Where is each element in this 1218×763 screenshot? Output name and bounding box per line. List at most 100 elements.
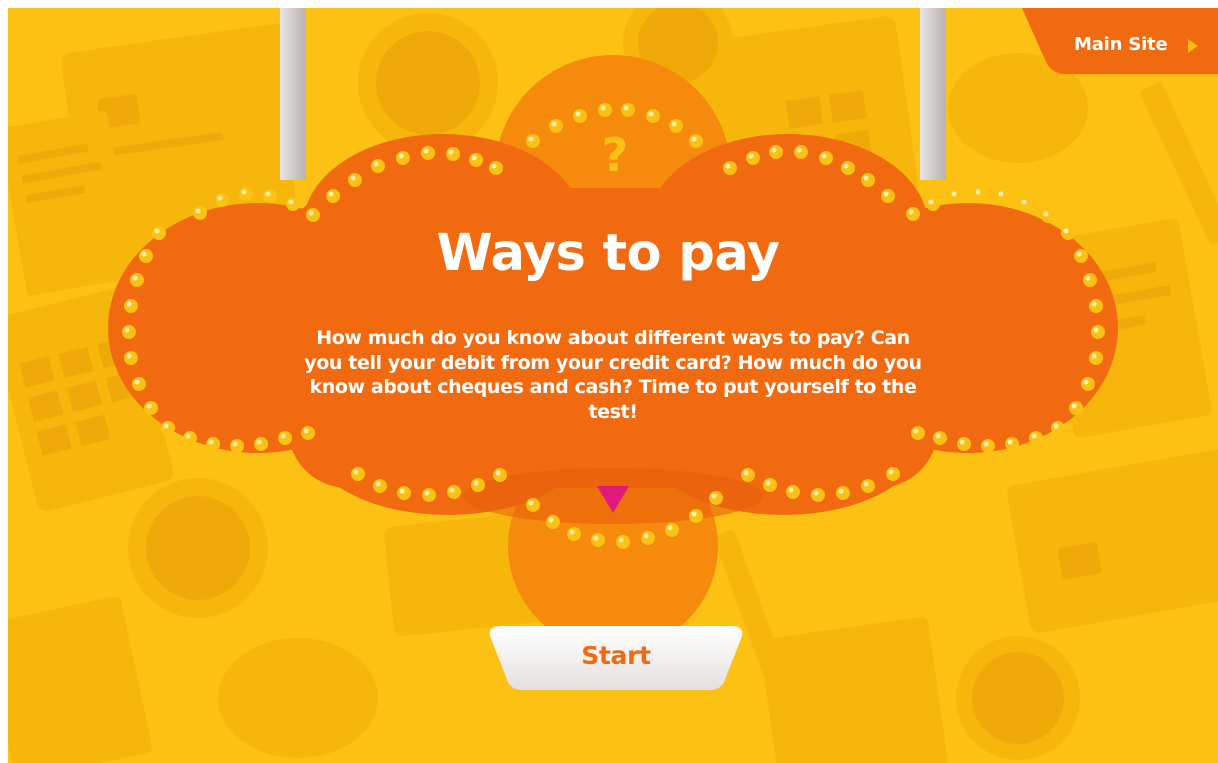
- light-bulb: [741, 468, 755, 482]
- light-bulb: [1089, 299, 1103, 313]
- light-bulb: [836, 486, 850, 500]
- light-bulb: [665, 523, 679, 537]
- light-bulb-highlight: [473, 480, 479, 486]
- light-bulb: [689, 134, 703, 148]
- light-bulb-highlight: [975, 189, 981, 195]
- light-bulb: [1061, 226, 1075, 240]
- light-bulb-highlight: [308, 210, 314, 216]
- light-bulb-highlight: [141, 251, 147, 257]
- light-bulb-highlight: [743, 470, 749, 476]
- light-bulb: [193, 206, 207, 220]
- light-bulb: [286, 197, 300, 211]
- light-bulb-highlight: [648, 111, 654, 117]
- light-bulb-highlight: [888, 469, 894, 475]
- light-bulb: [239, 187, 253, 201]
- light-bulb-highlight: [813, 490, 819, 496]
- light-bulb-highlight: [1053, 423, 1059, 429]
- light-bulb: [881, 189, 895, 203]
- light-bulb: [161, 421, 175, 435]
- light-bulb: [422, 488, 436, 502]
- light-bulb-highlight: [423, 148, 429, 154]
- light-bulb-highlight: [883, 191, 889, 197]
- light-bulb: [546, 515, 560, 529]
- light-bulb: [446, 147, 460, 161]
- light-bulb: [598, 103, 612, 117]
- light-bulb-highlight: [1093, 327, 1099, 333]
- light-bulb: [152, 226, 166, 240]
- light-bulb: [723, 161, 737, 175]
- light-bulb-highlight: [124, 327, 130, 333]
- light-bulb: [769, 145, 783, 159]
- light-bulb-highlight: [838, 488, 844, 494]
- light-bulb-highlight: [671, 121, 677, 127]
- light-bulb: [1029, 431, 1043, 445]
- light-bulb: [1005, 437, 1019, 451]
- light-bulb: [1041, 209, 1055, 223]
- light-bulb: [933, 431, 947, 445]
- light-bulb-highlight: [134, 379, 140, 385]
- light-bulb-highlight: [232, 441, 238, 447]
- light-bulb-highlight: [1043, 211, 1049, 217]
- start-button[interactable]: Start: [482, 622, 750, 694]
- light-bulb: [549, 119, 563, 133]
- light-bulb: [183, 431, 197, 445]
- light-bulb: [493, 468, 507, 482]
- light-bulb: [957, 437, 971, 451]
- light-bulb: [526, 134, 540, 148]
- light-bulb-highlight: [195, 208, 201, 214]
- light-bulb: [841, 161, 855, 175]
- light-bulb: [949, 189, 963, 203]
- light-bulb-highlight: [353, 469, 359, 475]
- quiz-description: How much do you know about different way…: [304, 327, 922, 423]
- light-bulb: [794, 145, 808, 159]
- light-bulb-highlight: [373, 161, 379, 167]
- light-bulb-highlight: [623, 105, 629, 111]
- light-bulb-highlight: [548, 517, 554, 523]
- light-bulb-highlight: [1091, 301, 1097, 307]
- light-bulb: [132, 377, 146, 391]
- light-bulb-highlight: [528, 136, 534, 142]
- light-bulb-highlight: [667, 525, 673, 531]
- light-bulb-highlight: [398, 153, 404, 159]
- light-bulb-highlight: [1091, 353, 1097, 359]
- light-bulb: [1069, 401, 1083, 415]
- game-stage: Main Site ? Ways to pay How much do you …: [8, 8, 1218, 763]
- light-bulb-highlight: [471, 155, 477, 161]
- light-bulb: [397, 486, 411, 500]
- light-bulb-highlight: [711, 493, 717, 499]
- light-bulb: [301, 426, 315, 440]
- light-bulb-highlight: [126, 353, 132, 359]
- light-bulb: [763, 478, 777, 492]
- light-bulb-highlight: [959, 439, 965, 445]
- light-bulb-highlight: [1031, 433, 1037, 439]
- light-bulb-highlight: [1063, 228, 1069, 234]
- light-bulb-highlight: [998, 191, 1004, 197]
- light-bulb-highlight: [491, 163, 497, 169]
- light-bulb-highlight: [725, 163, 731, 169]
- light-bulb: [230, 439, 244, 453]
- light-bulb-highlight: [1085, 275, 1091, 281]
- light-bulb-highlight: [569, 529, 575, 535]
- light-bulb-highlight: [256, 439, 262, 445]
- light-bulb-highlight: [643, 533, 649, 539]
- light-bulb: [886, 467, 900, 481]
- light-bulb-highlight: [600, 105, 606, 111]
- light-bulb: [130, 273, 144, 287]
- light-bulb-highlight: [399, 488, 405, 494]
- light-bulb: [371, 159, 385, 173]
- light-bulb-highlight: [771, 147, 777, 153]
- light-bulb-highlight: [575, 111, 581, 117]
- light-bulb-highlight: [265, 191, 271, 197]
- light-bulb-highlight: [217, 195, 223, 201]
- light-bulb: [1019, 197, 1033, 211]
- light-bulb-highlight: [1071, 403, 1077, 409]
- light-bulb-highlight: [1076, 251, 1082, 257]
- light-bulb: [646, 109, 660, 123]
- light-bulb: [254, 437, 268, 451]
- light-bulb: [811, 488, 825, 502]
- light-bulb-highlight: [424, 490, 430, 496]
- light-bulb-highlight: [126, 301, 132, 307]
- light-bulb: [996, 189, 1010, 203]
- light-bulb-highlight: [350, 175, 356, 181]
- light-bulb: [373, 479, 387, 493]
